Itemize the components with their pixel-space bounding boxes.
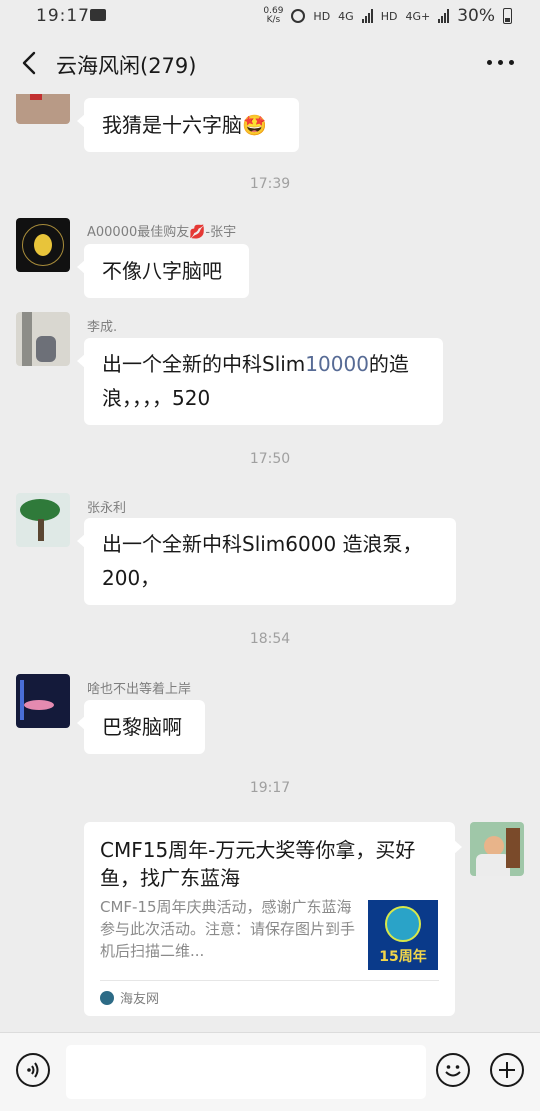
timestamp: 17:39 xyxy=(249,176,291,192)
input-bar xyxy=(0,1032,540,1111)
message-text: 巴黎脑啊 xyxy=(102,715,182,739)
status-icons: 0.69 K/s HD 4G HD 4G+ 30% xyxy=(263,6,512,26)
signal-icon-1 xyxy=(361,9,373,23)
hd-label-1: HD xyxy=(313,9,331,23)
message-bubble[interactable]: 不像八字脑吧 xyxy=(77,244,249,298)
timestamp: 17:50 xyxy=(249,451,291,467)
message-bubble[interactable]: 出一个全新的中科Slim10000的造浪，，，，520 xyxy=(77,338,443,425)
source-logo-icon xyxy=(100,990,114,1005)
timestamp: 19:17 xyxy=(249,780,291,796)
link-card-source-name: 海友网 xyxy=(120,992,160,1007)
network-4g-label: 4G xyxy=(338,9,354,23)
emoji-icon[interactable] xyxy=(436,1053,470,1087)
sender-name: 啥也不出等着上岸 xyxy=(87,682,192,697)
status-bar: 19:17 0.69 K/s HD 4G HD 4G+ 30% xyxy=(0,0,540,34)
back-arrow-icon[interactable] xyxy=(18,50,44,76)
message-input[interactable] xyxy=(66,1045,426,1099)
message-bubble[interactable]: 巴黎脑啊 xyxy=(77,700,205,754)
link-card-divider xyxy=(100,980,439,981)
more-options-icon[interactable] xyxy=(487,60,514,65)
battery-icon xyxy=(503,8,512,24)
signal-icon-2 xyxy=(438,9,450,23)
message-text-number: 10000 xyxy=(305,352,369,376)
message-text: 不像八字脑吧 xyxy=(102,259,222,283)
link-card-description: CMF-15周年庆典活动，感谢广东蓝海参与此次活动。注意：请保存图片到手机后扫描… xyxy=(100,898,356,960)
hd-label-2: HD xyxy=(380,9,398,23)
avatar[interactable] xyxy=(16,674,70,728)
chat-header: 云海风闲(279) xyxy=(0,34,540,94)
link-card-title: CMF15周年-万元大奖等你拿，买好鱼，找广东蓝海 xyxy=(100,838,416,890)
my-avatar[interactable] xyxy=(470,822,524,876)
network-4gplus-label: 4G+ xyxy=(405,9,431,23)
link-card-source: 海友网 xyxy=(100,988,159,1007)
message-text: 出一个全新中科Slim6000 造浪泵，200， xyxy=(102,532,423,590)
chat-messages[interactable]: 我猜是十六字脑🤩 17:39 A00000最佳购友💋-张宇 不像八字脑吧 李成.… xyxy=(0,94,540,1032)
link-card-thumbnail: 15周年 xyxy=(368,900,438,970)
message-text: 我猜是十六字脑🤩 xyxy=(102,113,267,137)
avatar[interactable] xyxy=(16,218,70,272)
message-text-part: 出一个全新的中科Slim xyxy=(102,352,306,376)
plus-icon[interactable] xyxy=(490,1053,524,1087)
alarm-icon xyxy=(291,9,306,23)
net-speed: 0.69 K/s xyxy=(263,6,284,25)
message-bubble[interactable]: 出一个全新中科Slim6000 造浪泵，200， xyxy=(77,518,456,605)
message-bubble[interactable]: 我猜是十六字脑🤩 xyxy=(77,98,299,152)
voice-input-icon[interactable] xyxy=(16,1053,50,1087)
sender-name: 李成. xyxy=(87,320,118,335)
status-time: 19:17 xyxy=(36,6,90,26)
timestamp: 18:54 xyxy=(249,631,291,647)
message-notification-icon xyxy=(90,9,106,21)
chat-title: 云海风闲(279) xyxy=(56,54,197,78)
thumbnail-caption: 15周年 xyxy=(379,949,427,965)
avatar[interactable] xyxy=(16,312,70,366)
sender-name: 张永利 xyxy=(87,501,127,516)
battery-percent: 30% xyxy=(457,6,495,26)
avatar[interactable] xyxy=(16,94,70,124)
link-card[interactable]: CMF15周年-万元大奖等你拿，买好鱼，找广东蓝海 CMF-15周年庆典活动，感… xyxy=(84,822,462,1016)
avatar[interactable] xyxy=(16,493,70,547)
sender-name: A00000最佳购友💋-张宇 xyxy=(87,225,237,240)
